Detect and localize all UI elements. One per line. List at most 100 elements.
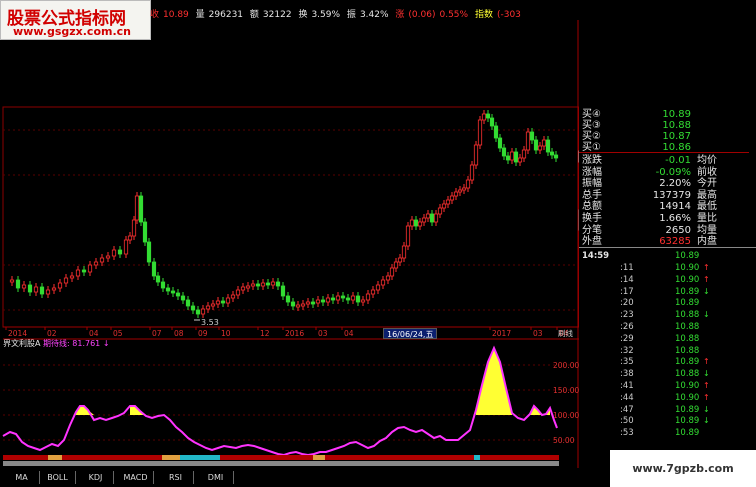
candle-body — [123, 239, 129, 255]
candle-body — [69, 275, 75, 279]
candle-body — [27, 284, 33, 293]
candle-body — [45, 289, 51, 295]
candle-body — [131, 219, 137, 237]
indicator-tick-label: 150.00 — [553, 386, 579, 395]
candle-body — [437, 207, 443, 215]
tick-time: 14:59 — [582, 251, 610, 261]
tick-row: :14 10.90 ↑ — [579, 274, 749, 286]
tick-price: 10.88 — [675, 345, 700, 356]
candle-body — [215, 300, 221, 305]
candle-body — [365, 293, 371, 301]
candle-body — [195, 309, 201, 315]
indicator-line-value: : 81.761 — [67, 339, 101, 348]
candle-body — [429, 213, 435, 223]
tick-price: 10.88 — [675, 322, 700, 332]
candle-body — [405, 225, 411, 247]
candle-body — [521, 149, 527, 159]
time-tick-label: 10 — [221, 329, 231, 338]
candle-body — [260, 282, 266, 287]
candle-body — [33, 286, 39, 293]
tick-arrow-icon: ↓ — [703, 286, 710, 296]
candle-body — [389, 267, 395, 277]
candle-body — [51, 287, 57, 291]
axis-corner-label: 刷线 — [558, 328, 573, 338]
tick-row: :17 10.89 ↓ — [579, 286, 749, 298]
candle-body — [185, 299, 191, 307]
tick-time: :41 — [620, 381, 634, 391]
indicator-tick-label: 50.00 — [553, 436, 575, 445]
candle-body — [290, 301, 296, 307]
candle-body — [350, 295, 356, 301]
main-pane-frame — [2, 106, 579, 328]
candle-body — [355, 295, 361, 303]
candle-body — [433, 213, 439, 223]
indicator-title: 界文利股A 期待线: 81.761 ↓ — [3, 338, 110, 350]
candle-body — [481, 113, 487, 121]
candle-body — [255, 283, 261, 287]
quote-divider — [579, 152, 749, 153]
candle-body — [497, 137, 503, 149]
time-tick-label: 2016 — [285, 329, 304, 338]
time-tick-label: 2017 — [492, 329, 511, 338]
candle-body — [509, 151, 515, 161]
candle-body — [553, 154, 559, 159]
tick-time: :26 — [620, 322, 634, 332]
tick-price: 10.89 — [675, 404, 700, 415]
tick-price: 10.90 — [675, 392, 700, 403]
cursor-date-box: 16/06/24,五 — [383, 328, 438, 339]
tick-row: :29 10.88 — [579, 333, 749, 345]
indicator-fill-area — [476, 348, 512, 415]
tab-rsi[interactable]: RSI — [158, 471, 194, 484]
candle-body — [380, 279, 386, 286]
tab-kdj[interactable]: KDJ — [78, 471, 114, 484]
tick-price: 10.88 — [675, 333, 700, 344]
tick-price: 10.89 — [675, 251, 700, 261]
watermark: www.7gpzb.com — [610, 450, 756, 487]
candle-body — [280, 285, 286, 297]
candle-body — [421, 217, 427, 223]
candle-body — [545, 139, 551, 153]
candle-body — [501, 147, 507, 157]
tick-time: :50 — [620, 416, 634, 427]
tick-time: :23 — [620, 310, 634, 321]
indicator-tick-label: 100.00 — [553, 411, 579, 420]
tab-boll[interactable]: BOLL — [40, 471, 76, 484]
candle-body — [335, 295, 341, 301]
candle-body — [142, 221, 148, 243]
candle-body — [453, 191, 459, 197]
tab-ma[interactable]: MA — [4, 471, 40, 484]
tick-arrow-icon: ↓ — [703, 369, 710, 379]
tick-arrow-icon: ↓ — [703, 416, 710, 426]
tick-row: :35 10.89 ↑ — [579, 356, 749, 368]
candle-body — [417, 221, 423, 227]
candle-body — [275, 281, 281, 287]
candle-body — [310, 301, 316, 305]
tick-arrow-icon: ↓ — [703, 404, 710, 414]
candle-body — [340, 295, 346, 299]
candle-body — [320, 299, 326, 303]
tick-row: :11 10.90 ↑ — [579, 262, 749, 274]
low-price-label: 3.53 — [201, 318, 219, 327]
tick-row: :38 10.88 ↓ — [579, 368, 749, 380]
tab-dmi[interactable]: DMI — [198, 471, 234, 484]
tick-row: :20 10.89 — [579, 297, 749, 309]
time-tick-label: 04 — [344, 329, 354, 338]
tick-price: 10.89 — [675, 286, 700, 297]
tab-macd[interactable]: MACD — [118, 471, 154, 484]
tick-price: 10.89 — [675, 428, 700, 439]
tick-time: :35 — [620, 357, 634, 368]
time-tick-label: 2014 — [8, 329, 27, 338]
candle-body — [457, 189, 463, 193]
candle-body — [117, 249, 123, 255]
candle-body — [485, 113, 491, 119]
tick-price: 10.88 — [675, 369, 700, 380]
candle-body — [505, 155, 511, 161]
candle-body — [165, 287, 171, 292]
candle-body — [397, 257, 403, 263]
tick-row: :47 10.89 ↓ — [579, 404, 749, 416]
candle-body — [57, 282, 63, 289]
chart-canvas[interactable]: 201402040507080910122016030420170304刷线 1… — [0, 0, 579, 468]
tick-time: :47 — [620, 404, 634, 415]
candle-body — [469, 164, 475, 181]
candle-body — [445, 199, 451, 205]
